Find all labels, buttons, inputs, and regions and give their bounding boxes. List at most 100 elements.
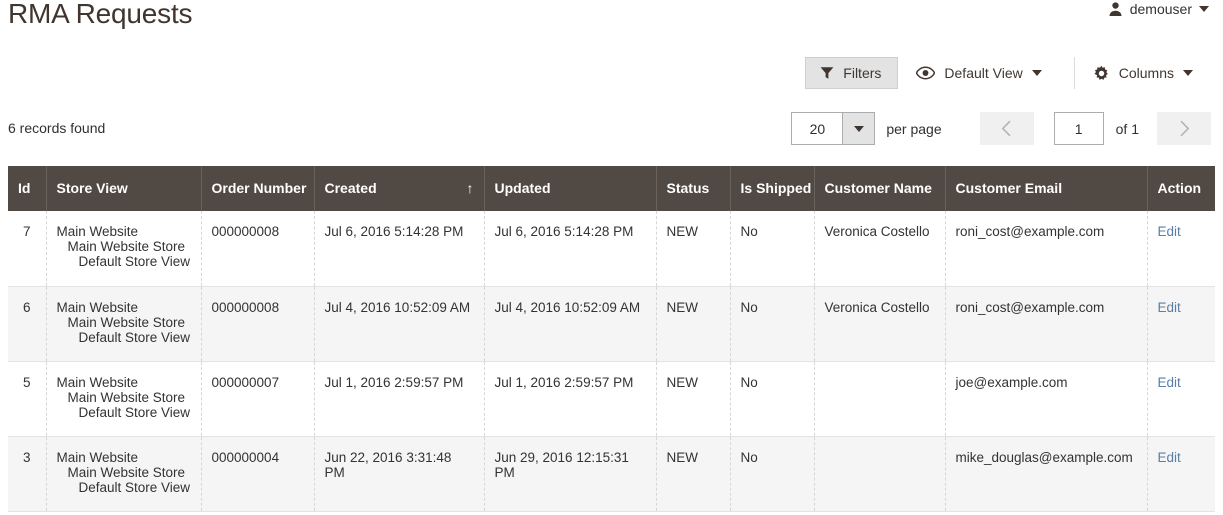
store-view-line: Main Website Store [67, 314, 186, 330]
per-page-toggle[interactable] [842, 113, 875, 144]
sort-ascending-icon: ↑ [466, 180, 474, 196]
cell-action: Edit [1147, 211, 1215, 287]
cell-customer-name [814, 361, 946, 437]
column-header-created[interactable]: Created ↑ [314, 166, 485, 211]
cell-created: Jun 22, 2016 3:31:48 PM [314, 436, 485, 512]
edit-link[interactable]: Edit [1158, 450, 1181, 465]
column-header-label: Is Shipped [740, 180, 812, 196]
columns-dropdown[interactable]: Columns [1073, 57, 1211, 89]
column-header-label: Customer Name [824, 180, 932, 196]
cell-customer-email: mike_douglas@example.com [945, 436, 1148, 512]
edit-link[interactable]: Edit [1158, 300, 1181, 315]
column-header-label: Store View [56, 180, 128, 196]
rma-table: Id Store View Order Number Created ↑ Updated S… [8, 166, 1215, 512]
rma-requests-page: RMA Requests demouser Filters Default Vi… [0, 0, 1223, 515]
gear-icon [1093, 65, 1110, 82]
cell-order-number: 000000004 [201, 436, 315, 512]
column-header-store_view[interactable]: Store View [46, 166, 202, 211]
cell-action: Edit [1147, 361, 1215, 437]
cell-updated: Jul 1, 2016 2:59:57 PM [484, 361, 657, 437]
column-header-id[interactable]: Id [8, 166, 47, 211]
cell-is-shipped: No [730, 286, 815, 362]
column-header-label: Order Number [211, 180, 307, 196]
store-view-line: Main Website Store [67, 464, 186, 480]
edit-link[interactable]: Edit [1158, 224, 1181, 239]
cell-id: 7 [8, 211, 47, 287]
per-page-select[interactable]: 20 [791, 112, 876, 145]
cell-status: NEW [656, 211, 731, 287]
column-header-order_number[interactable]: Order Number [201, 166, 315, 211]
chevron-down-icon [1199, 6, 1209, 12]
cell-store-view: Main Website Main Website Store Default St… [46, 361, 202, 437]
cell-store-view: Main Website Main Website Store Default St… [46, 286, 202, 362]
cell-status: NEW [656, 361, 731, 437]
next-page-button[interactable] [1157, 112, 1211, 145]
store-view-line: Default Store View [78, 254, 191, 269]
cell-order-number: 000000008 [201, 286, 315, 362]
cell-customer-name [814, 436, 946, 512]
store-view-line: Main Website [56, 224, 139, 239]
table-row[interactable]: 3 Main Website Main Website Store Default S… [8, 436, 1215, 512]
column-header-customer_email[interactable]: Customer Email [945, 166, 1148, 211]
column-header-label: Action [1157, 180, 1202, 196]
user-menu-label: demouser [1129, 1, 1192, 17]
cell-store-view: Main Website Main Website Store Default St… [46, 211, 202, 287]
chevron-down-icon [1031, 70, 1042, 76]
columns-label: Columns [1118, 65, 1174, 81]
cell-status: NEW [656, 286, 731, 362]
store-view-line: Main Website [56, 449, 139, 465]
cell-id: 6 [8, 286, 47, 362]
cell-customer-email: roni_cost@example.com [945, 211, 1148, 287]
per-page-value: 20 [792, 113, 843, 144]
table-body: 7 Main Website Main Website Store Default S… [8, 211, 1215, 512]
filters-button[interactable]: Filters [805, 57, 899, 89]
rma-grid: Id Store View Order Number Created ↑ Updated S… [8, 166, 1215, 512]
store-view-line: Main Website [56, 374, 139, 390]
user-icon [1108, 1, 1123, 17]
cell-id: 3 [8, 436, 47, 512]
current-page-input[interactable]: 1 [1053, 112, 1104, 145]
column-header-label: Id [18, 180, 31, 196]
default-view-label: Default View [944, 65, 1023, 81]
column-header-label: Created [324, 180, 377, 196]
cell-is-shipped: No [730, 361, 815, 437]
cell-updated: Jun 29, 2016 12:15:31 PM [484, 436, 657, 512]
cell-store-view: Main Website Main Website Store Default St… [46, 436, 202, 512]
pagination-controls: 20 per page 1 of 1 [791, 112, 1211, 145]
user-menu[interactable]: demouser [1108, 1, 1209, 17]
store-view-line: Default Store View [78, 479, 191, 495]
column-header-is_shipped[interactable]: Is Shipped [730, 166, 815, 211]
column-header-action[interactable]: Action [1147, 166, 1215, 211]
default-view-dropdown[interactable]: Default View [898, 57, 1059, 89]
column-header-updated[interactable]: Updated [484, 166, 657, 211]
store-view-line: Main Website [56, 299, 139, 315]
edit-link[interactable]: Edit [1158, 375, 1181, 390]
previous-page-button[interactable] [979, 112, 1034, 145]
store-view-line: Default Store View [78, 329, 191, 345]
chevron-left-icon [1001, 120, 1012, 137]
eye-icon [916, 66, 936, 80]
column-header-label: Status [666, 180, 710, 196]
column-header-customer_name[interactable]: Customer Name [814, 166, 946, 211]
per-page-label: per page [886, 120, 942, 137]
chevron-down-icon [1183, 70, 1193, 76]
grid-toolbar: Filters Default View Columns [805, 57, 1211, 89]
filters-button-label: Filters [843, 65, 882, 81]
table-row[interactable]: 5 Main Website Main Website Store Default S… [8, 361, 1215, 437]
table-row[interactable]: 7 Main Website Main Website Store Default S… [8, 211, 1215, 287]
column-header-status[interactable]: Status [656, 166, 731, 211]
cell-customer-name: Veronica Costello [814, 286, 946, 362]
column-header-label: Updated [494, 180, 551, 196]
table-row[interactable]: 6 Main Website Main Website Store Default S… [8, 286, 1215, 362]
store-view-line: Main Website Store [67, 389, 186, 405]
cell-is-shipped: No [730, 436, 815, 512]
store-view-line: Default Store View [78, 404, 191, 420]
cell-order-number: 000000007 [201, 361, 315, 437]
cell-updated: Jul 6, 2016 5:14:28 PM [484, 211, 657, 287]
store-view-line: Main Website Store [67, 239, 186, 254]
cell-action: Edit [1147, 436, 1215, 512]
chevron-down-icon [853, 125, 864, 132]
cell-order-number: 000000008 [201, 211, 315, 287]
cell-customer-email: roni_cost@example.com [945, 286, 1148, 362]
cell-created: Jul 4, 2016 10:52:09 AM [314, 286, 485, 362]
